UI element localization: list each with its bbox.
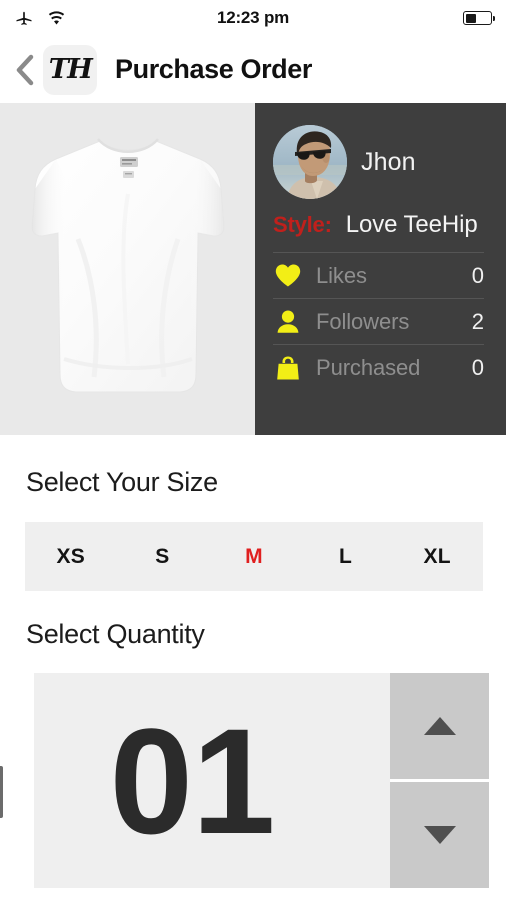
triangle-up-icon <box>423 717 456 735</box>
stat-row: Purchased 0 <box>273 344 484 390</box>
stat-label: Likes <box>316 262 367 288</box>
stat-row: Followers 2 <box>273 298 484 344</box>
stat-label: Followers <box>316 308 410 334</box>
status-bar-left <box>14 8 66 28</box>
style-label: Style: <box>273 212 332 237</box>
size-option-l[interactable]: L <box>300 545 392 569</box>
stat-label: Purchased <box>316 354 421 380</box>
profile-pane: Jhon Style: Love TeeHip Likes 0 Follower… <box>255 103 506 435</box>
person-icon <box>273 310 303 334</box>
status-bar-right <box>463 11 496 25</box>
stat-row: Likes 0 <box>273 252 484 298</box>
stat-value: 0 <box>471 354 484 380</box>
stat-value: 0 <box>471 262 484 288</box>
size-selector[interactable]: XS S M L XL <box>25 522 483 591</box>
size-section: Select Your Size <box>0 435 506 498</box>
quantity-value: 01 <box>109 696 276 865</box>
profile-stats: Likes 0 Followers 2 Purchased 0 <box>273 252 484 390</box>
back-button[interactable] <box>10 53 40 87</box>
size-option-xs[interactable]: XS <box>25 545 117 569</box>
status-bar: 12:23 pm <box>0 0 506 36</box>
product-image-pane[interactable] <box>0 103 255 435</box>
quantity-stepper[interactable]: 01 <box>34 673 489 888</box>
size-option-xl[interactable]: XL <box>391 545 483 569</box>
quantity-decrement-button[interactable] <box>390 782 489 888</box>
user-avatar-photo[interactable] <box>273 125 347 199</box>
profile-name: Jhon <box>361 147 416 176</box>
style-row: Style: Love TeeHip <box>273 211 484 252</box>
app-screen: 12:23 pm TH Purchase Order Jhon Style: L… <box>0 0 506 900</box>
stat-value: 2 <box>471 308 484 334</box>
scroll-indicator[interactable] <box>0 766 3 818</box>
back-chevron-icon <box>16 54 34 85</box>
hero-section: Jhon Style: Love TeeHip Likes 0 Follower… <box>0 103 506 435</box>
quantity-display[interactable]: 01 <box>34 673 390 888</box>
white-tshirt-photo <box>8 119 248 419</box>
profile-header: Jhon <box>273 121 484 203</box>
airplane-mode-icon <box>14 8 34 28</box>
heart-icon <box>273 264 303 287</box>
battery-icon <box>463 11 496 25</box>
wifi-icon <box>47 10 66 26</box>
status-bar-time: 12:23 pm <box>216 8 290 27</box>
brand-logo-text: TH <box>48 54 93 85</box>
triangle-down-icon <box>423 826 456 844</box>
size-option-m[interactable]: M <box>208 545 300 569</box>
navigation-bar: TH Purchase Order <box>0 36 506 103</box>
battery-fill <box>465 13 476 23</box>
page-title: Purchase Order <box>115 54 312 84</box>
quantity-section-heading: Select Quantity <box>26 619 205 649</box>
size-option-s[interactable]: S <box>117 545 209 569</box>
quantity-section: Select Quantity <box>0 591 506 650</box>
size-section-heading: Select Your Size <box>26 467 218 497</box>
brand-logo[interactable]: TH <box>43 44 97 95</box>
quantity-increment-button[interactable] <box>390 673 489 782</box>
quantity-stepper-buttons <box>390 673 489 888</box>
shopping-bag-icon <box>273 356 303 380</box>
style-value: Love TeeHip <box>345 211 478 238</box>
